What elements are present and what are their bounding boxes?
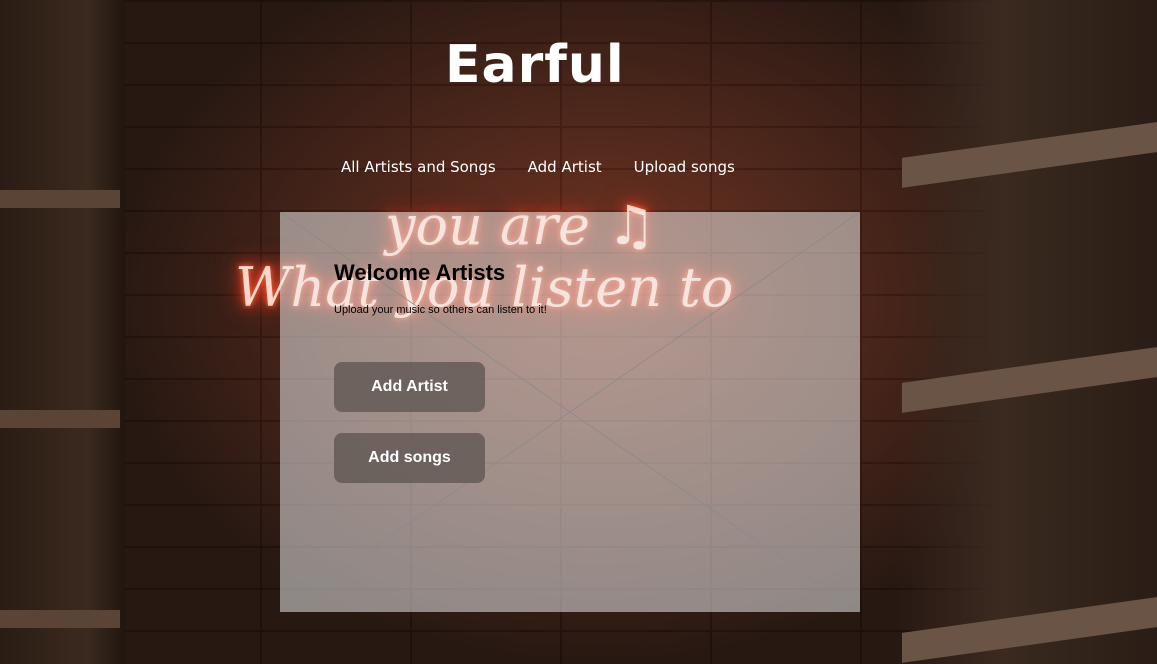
site-logo[interactable]: Earful bbox=[445, 35, 625, 95]
shelf-board bbox=[0, 410, 120, 428]
shelf-board bbox=[902, 347, 1157, 413]
nav-all-artists-and-songs[interactable]: All Artists and Songs bbox=[341, 158, 496, 176]
left-bookshelf bbox=[0, 0, 125, 664]
welcome-card: Welcome Artists Upload your music so oth… bbox=[280, 212, 860, 612]
add-songs-button[interactable]: Add songs bbox=[334, 433, 485, 483]
add-artist-button[interactable]: Add Artist bbox=[334, 362, 485, 412]
main-nav: All Artists and Songs Add Artist Upload … bbox=[341, 158, 735, 176]
shelf-board bbox=[902, 597, 1157, 663]
shelf-board bbox=[0, 610, 120, 628]
shelf-board bbox=[0, 190, 120, 208]
nav-upload-songs[interactable]: Upload songs bbox=[634, 158, 735, 176]
nav-add-artist[interactable]: Add Artist bbox=[528, 158, 602, 176]
welcome-subtitle: Upload your music so others can listen t… bbox=[334, 304, 547, 316]
shelf-board bbox=[902, 122, 1157, 188]
welcome-title: Welcome Artists bbox=[334, 260, 506, 285]
right-bookshelf bbox=[897, 0, 1157, 664]
